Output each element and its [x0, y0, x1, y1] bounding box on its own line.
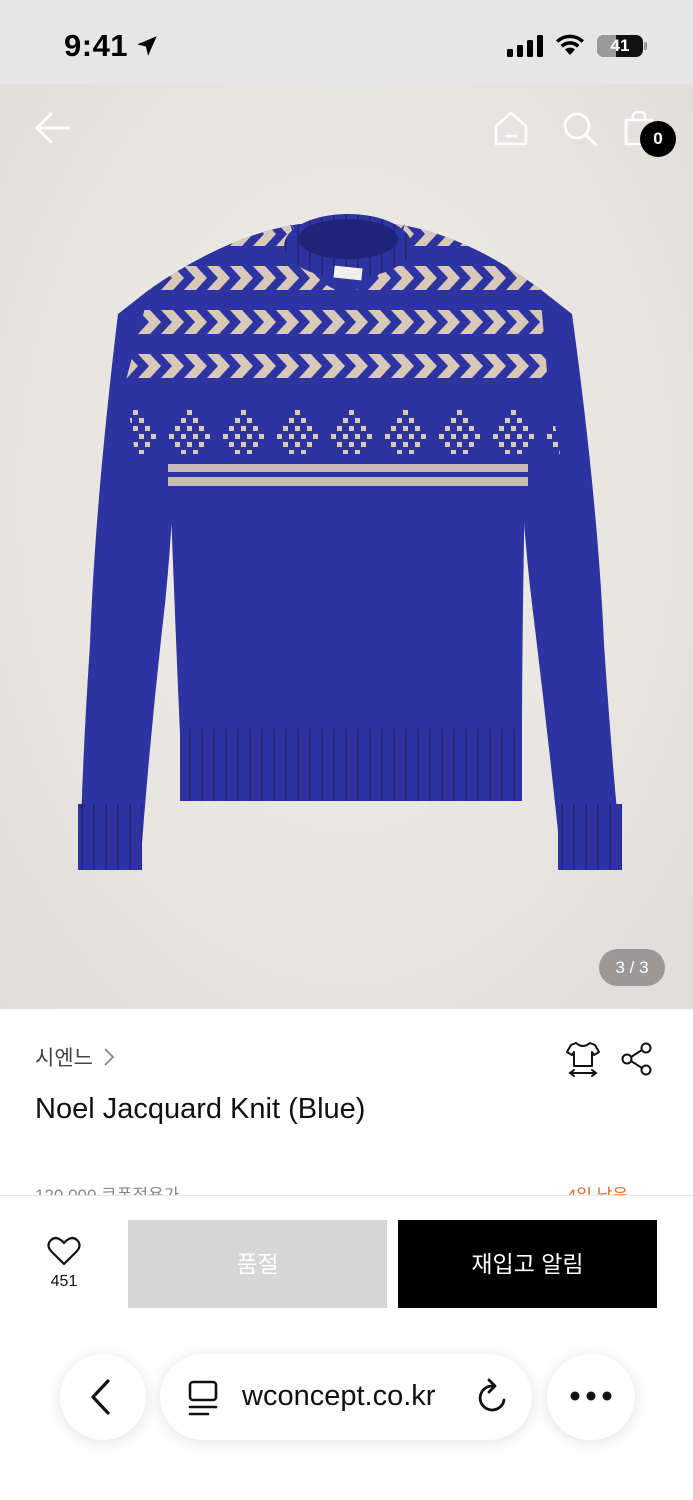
status-bar: 9:41 41 [0, 0, 693, 84]
browser-back-button[interactable] [60, 1354, 146, 1440]
heart-icon [47, 1236, 81, 1266]
wifi-icon [556, 34, 584, 55]
size-guide-icon[interactable] [565, 1040, 601, 1078]
product-sweater-image [78, 214, 622, 870]
reload-icon[interactable] [476, 1378, 510, 1416]
time-left-text: 4일 남음 [567, 1181, 628, 1195]
home-icon[interactable] [492, 110, 530, 148]
wishlist-button[interactable]: 451 [40, 1236, 88, 1291]
price-text: 120,000 쿠폰적용가 [35, 1181, 179, 1195]
cart-count-badge[interactable]: 0 [640, 121, 676, 157]
status-time: 9:41 [64, 28, 129, 63]
soldout-button[interactable]: 품절 [128, 1220, 387, 1308]
address-bar[interactable]: wconcept.co.kr [160, 1354, 532, 1440]
location-arrow-icon [137, 36, 157, 56]
restock-alert-button[interactable]: 재입고 알림 [398, 1220, 657, 1308]
brand-name: 시엔느 [35, 1047, 93, 1070]
chevron-left-icon [91, 1379, 110, 1415]
url-text: wconcept.co.kr [242, 1380, 436, 1412]
battery-percent: 41 [610, 36, 630, 55]
price-row-peek: 120,000 쿠폰적용가 4일 남음 [35, 1181, 675, 1195]
browser-more-button[interactable] [547, 1354, 635, 1440]
back-arrow-icon[interactable] [34, 110, 72, 146]
page-menu-icon [188, 1380, 218, 1416]
product-image-gallery[interactable]: 0 3 / 3 [0, 84, 693, 1009]
gallery-page-indicator: 3 / 3 [599, 949, 665, 986]
battery-cap [644, 42, 647, 50]
battery-indicator: 41 [597, 35, 643, 57]
chevron-right-icon [104, 1048, 115, 1066]
brand-link[interactable]: 시엔느 [35, 1042, 115, 1072]
more-dots-icon [570, 1391, 612, 1401]
wishlist-count: 451 [50, 1273, 78, 1290]
search-icon[interactable] [561, 110, 599, 148]
share-icon[interactable] [619, 1042, 655, 1076]
browser-toolbar: wconcept.co.kr [0, 1320, 693, 1500]
cellular-signal-icon [507, 35, 543, 57]
product-title: Noel Jacquard Knit (Blue) [35, 1093, 366, 1125]
